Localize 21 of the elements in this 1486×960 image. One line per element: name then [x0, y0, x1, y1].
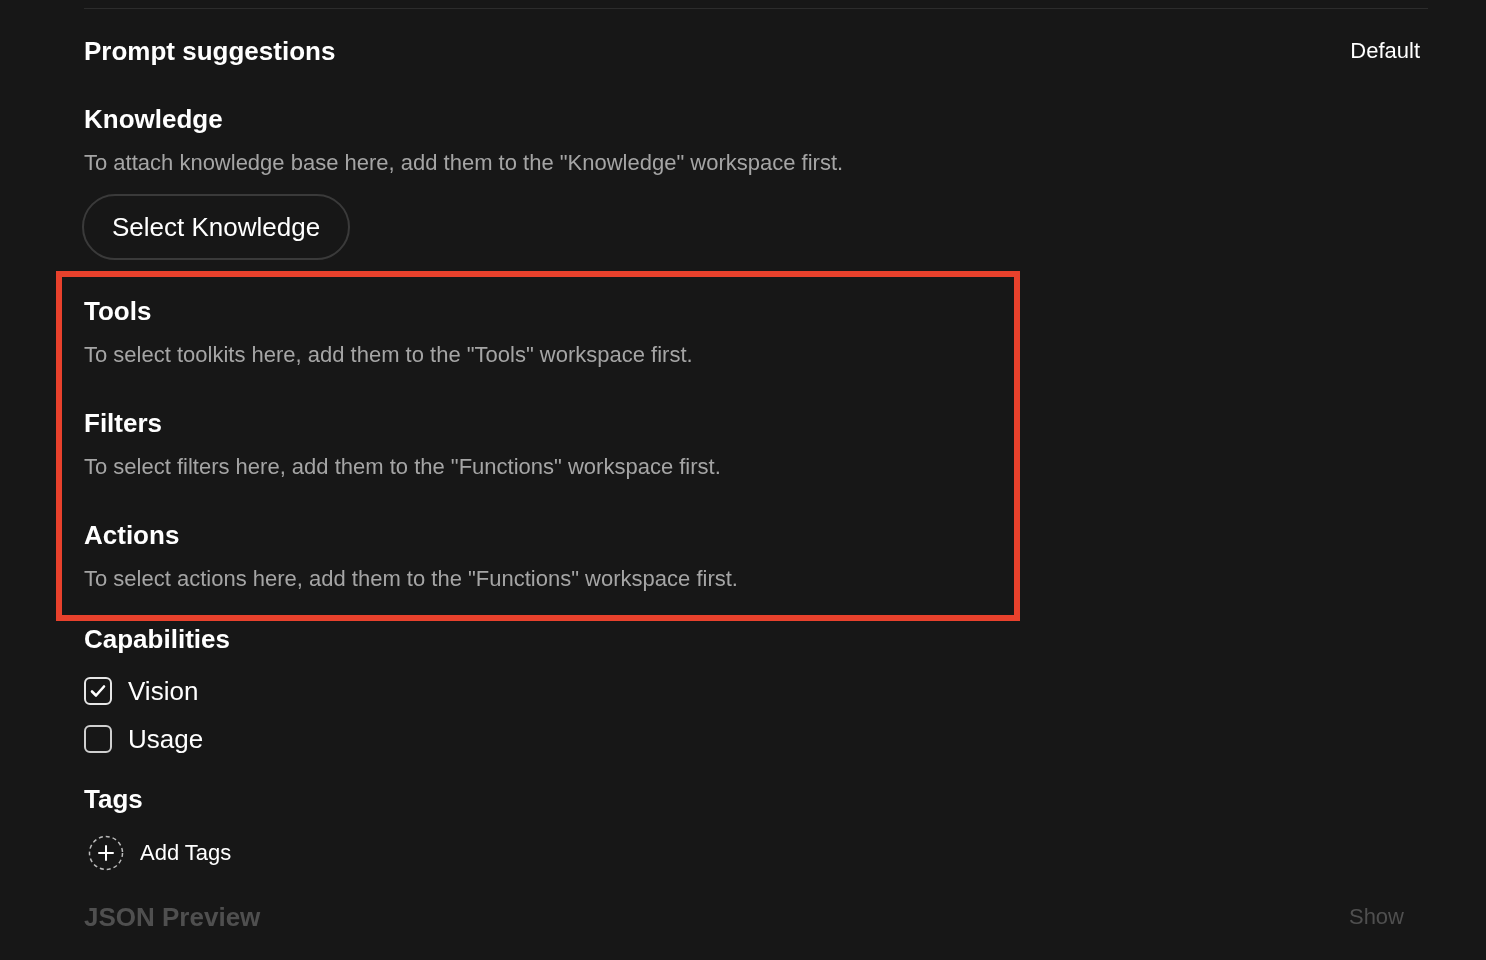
checkbox-label: Vision [128, 675, 199, 707]
checkbox[interactable] [84, 725, 112, 753]
setting-value[interactable]: Default [1350, 35, 1420, 67]
section-heading: Actions [84, 519, 181, 551]
section-heading: Tags [84, 783, 144, 815]
check-icon [89, 682, 107, 700]
setting-label: Prompt suggestions [84, 35, 336, 67]
section-heading: Capabilities [84, 623, 231, 655]
section-heading: Filters [84, 407, 164, 439]
select-knowledge-button[interactable]: Select Knowledge [82, 194, 351, 260]
section-description: To select filters here, add them to the "Functions" workspace first. [84, 453, 722, 481]
checkbox-label: Usage [128, 723, 204, 755]
section-description: To select toolkits here, add them to the "Tools" workspace first. [84, 341, 694, 369]
section-heading: Knowledge [84, 103, 224, 135]
section-heading: JSON Preview [84, 901, 261, 933]
section-heading: Tools [84, 295, 153, 327]
checkbox[interactable] [84, 677, 112, 705]
section-description: To attach knowledge base here, add them to the "Knowledge" workspace first. [84, 149, 845, 177]
section-description: To select actions here, add them to the "Functions" workspace first. [84, 565, 739, 593]
add-icon[interactable] [88, 835, 124, 871]
add-tags-link[interactable]: Add Tags [140, 838, 232, 868]
